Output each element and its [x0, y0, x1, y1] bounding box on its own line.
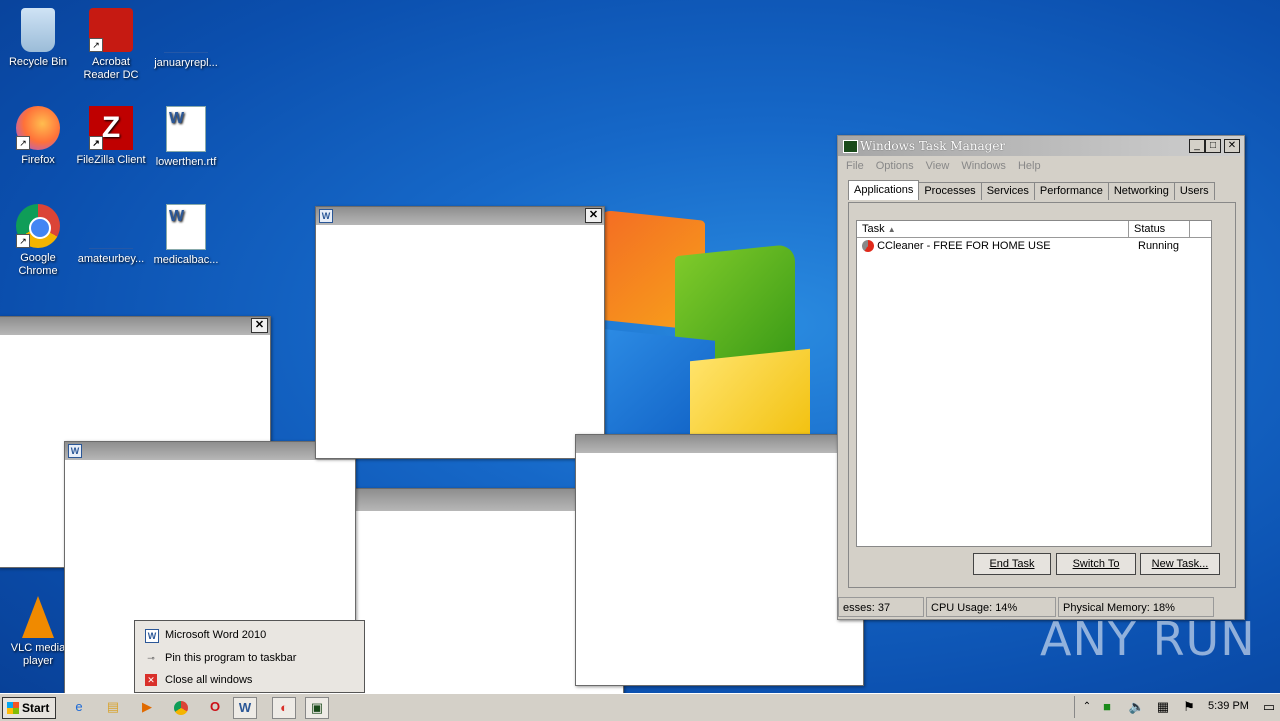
desktop-icon-firefox[interactable]: ↗ Firefox	[0, 106, 76, 167]
close-icon[interactable]: ✕	[585, 208, 602, 223]
ccleaner-icon	[862, 240, 874, 253]
table-row[interactable]: CCleaner - FREE FOR HOME USE Running	[857, 238, 1211, 254]
task-manager-taskbar-icon[interactable]: ▣	[305, 697, 329, 719]
ccleaner-taskbar-icon[interactable]: ◐	[272, 697, 296, 719]
word-window-1[interactable]: W ✕	[315, 206, 605, 459]
menu-bar: File Options View Windows Help	[838, 156, 1244, 176]
filezilla-icon: Z ↗	[89, 106, 133, 150]
desktop-icon-medicalbac[interactable]: W medicalbac...	[148, 204, 224, 267]
desktop-icon-chrome[interactable]: ↗ Google Chrome	[0, 204, 76, 278]
window-titlebar[interactable]: W	[65, 442, 355, 460]
ie-icon[interactable]: e	[68, 697, 90, 717]
menu-view[interactable]: View	[926, 156, 950, 176]
clock[interactable]: 5:39 PM	[1208, 700, 1249, 712]
tab-users[interactable]: Users	[1173, 182, 1215, 200]
desktop-icon-amateurbey[interactable]: amateurbey...	[73, 204, 149, 266]
desktop-icon-januaryrepl[interactable]: januaryrepl...	[148, 8, 224, 70]
media-player-icon[interactable]: ▶	[136, 697, 158, 717]
network-activity-icon[interactable]: ■	[1096, 697, 1118, 717]
window-titlebar[interactable]: W ✕	[316, 207, 604, 225]
vlc-icon	[22, 596, 54, 638]
switch-to-button[interactable]: Switch To	[1056, 553, 1136, 575]
tab-applications[interactable]: Applications	[848, 180, 920, 200]
end-task-button[interactable]: End Task	[973, 553, 1051, 575]
task-manager-window[interactable]: Windows Task Manager _ □ ✕ File Options …	[837, 135, 1245, 620]
tab-networking[interactable]: Networking	[1107, 182, 1175, 200]
tab-services[interactable]: Services	[980, 182, 1035, 200]
word-taskbar-icon[interactable]: W	[233, 697, 257, 719]
start-button[interactable]: Start	[2, 697, 56, 719]
task-manager-titlebar[interactable]: Windows Task Manager _ □ ✕	[838, 136, 1244, 156]
acrobat-icon: ↗	[89, 8, 133, 52]
list-header: Task ▲ Status	[857, 221, 1211, 238]
desktop-icon-recycle-bin[interactable]: Recycle Bin	[0, 8, 76, 69]
chrome-icon[interactable]	[170, 697, 192, 717]
window-titlebar[interactable]: ✕	[0, 317, 270, 335]
chrome-icon: ↗	[16, 204, 60, 248]
action-center-flag-icon[interactable]: ⚑	[1178, 697, 1200, 717]
tab-performance[interactable]: Performance	[1033, 182, 1109, 200]
window-titlebar[interactable]: ✕	[576, 435, 863, 453]
maximize-icon[interactable]: □	[1205, 139, 1221, 153]
task-list[interactable]: Task ▲ Status CCleaner - FREE FOR HOME U…	[856, 220, 1212, 547]
word-icon: W	[145, 629, 159, 643]
desktop-icon-acrobat[interactable]: ↗ Acrobat Reader DC	[73, 8, 149, 82]
task-manager-icon	[843, 140, 858, 153]
show-desktop-icon[interactable]: ▭	[1258, 697, 1280, 717]
anyrun-watermark: ANY RUN	[1040, 612, 1256, 666]
column-task[interactable]: Task ▲	[857, 221, 1129, 237]
recycle-bin-icon	[21, 8, 55, 52]
close-icon[interactable]: ✕	[251, 318, 268, 333]
opera-icon[interactable]: O	[204, 697, 226, 717]
pin-icon: ⊸	[147, 653, 155, 663]
minimize-icon[interactable]: _	[1189, 139, 1205, 153]
tab-processes[interactable]: Processes	[918, 182, 982, 200]
close-windows-icon: ✕	[145, 674, 157, 686]
process-count: esses: 37	[838, 597, 924, 617]
firefox-icon: ↗	[16, 106, 60, 150]
desktop-icon-lowerthen[interactable]: W lowerthen.rtf	[148, 106, 224, 169]
window-title: Windows Task Manager	[860, 139, 1006, 153]
word-document-icon: W	[166, 204, 206, 250]
word-icon: W	[68, 444, 82, 458]
new-task-button[interactable]: New Task...	[1140, 553, 1220, 575]
word-icon: W	[319, 209, 333, 223]
jump-item-close-all[interactable]: ✕ Close all windows	[135, 670, 364, 690]
file-icon	[164, 8, 208, 53]
menu-windows[interactable]: Windows	[961, 156, 1006, 176]
close-icon[interactable]: ✕	[1224, 139, 1240, 153]
word-document-icon: W	[166, 106, 206, 152]
blank-window-4[interactable]: ✕	[575, 434, 864, 686]
file-icon	[89, 204, 133, 249]
jump-item-word[interactable]: W Microsoft Word 2010	[135, 625, 364, 645]
network-icon[interactable]: ▦	[1152, 697, 1174, 717]
show-hidden-icons-icon[interactable]: ⌃	[1076, 697, 1098, 717]
jump-list: W Microsoft Word 2010 ⊸ Pin this program…	[134, 620, 365, 693]
tab-strip: Applications Processes Services Performa…	[848, 180, 1215, 200]
menu-file[interactable]: File	[846, 156, 864, 176]
column-status[interactable]: Status	[1129, 221, 1190, 237]
task-name: CCleaner - FREE FOR HOME USE	[877, 240, 1051, 252]
jump-item-pin[interactable]: ⊸ Pin this program to taskbar	[135, 648, 364, 668]
explorer-icon[interactable]: ▤	[102, 697, 124, 717]
sort-arrow-icon: ▲	[887, 225, 896, 234]
volume-icon[interactable]: 🔈	[1126, 697, 1148, 717]
menu-options[interactable]: Options	[876, 156, 914, 176]
cpu-usage: CPU Usage: 14%	[926, 597, 1056, 617]
taskbar: Start e ▤ ▶ O W ◐ ▣ ⌃ ■ 🔈 ▦ ⚑ 5:39 PM ▭	[0, 693, 1280, 721]
menu-help[interactable]: Help	[1018, 156, 1041, 176]
wallpaper-logo	[595, 209, 845, 452]
desktop-icon-filezilla[interactable]: Z ↗ FileZilla Client	[73, 106, 149, 167]
windows-flag-icon	[7, 702, 19, 714]
task-status: Running	[1138, 240, 1179, 252]
